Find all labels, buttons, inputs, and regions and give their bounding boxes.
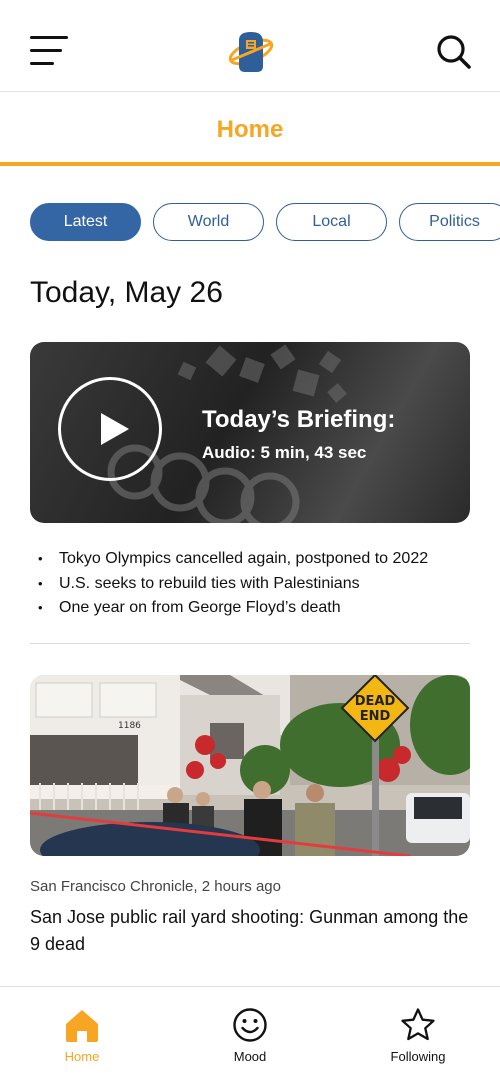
top-header	[0, 0, 500, 92]
filter-chip-latest[interactable]: Latest	[30, 203, 141, 241]
hamburger-menu-icon[interactable]	[30, 36, 68, 68]
nav-label-following: Following	[390, 1049, 446, 1064]
play-icon	[101, 413, 129, 445]
briefing-bullet-list: Tokyo Olympics cancelled again, postpone…	[38, 547, 428, 621]
search-icon[interactable]	[436, 34, 472, 70]
filter-chip-local[interactable]: Local	[276, 203, 387, 241]
home-icon	[66, 1010, 98, 1042]
nav-label-home: Home	[64, 1049, 100, 1064]
title-bar: Home	[0, 92, 500, 166]
nav-label-mood: Mood	[233, 1049, 267, 1064]
date-heading: Today, May 26	[30, 276, 223, 309]
briefing-duration: Audio: 5 min, 43 sec	[202, 443, 367, 462]
bullet-item[interactable]: Tokyo Olympics cancelled again, postpone…	[38, 547, 428, 572]
smiley-icon	[233, 1008, 267, 1042]
bottom-navigation: Home Mood Following	[0, 986, 500, 1082]
star-icon	[401, 1008, 435, 1041]
house-number: 1186	[118, 721, 141, 731]
filter-chip-world[interactable]: World	[153, 203, 264, 241]
bullet-item[interactable]: U.S. seeks to rebuild ties with Palestin…	[38, 572, 428, 597]
page-title: Home	[216, 116, 284, 143]
globe-logo-icon[interactable]	[226, 30, 276, 74]
news-photo: 1186 DEAD END	[30, 675, 470, 856]
bullet-item[interactable]: One year on from George Floyd’s death	[38, 596, 428, 621]
article-headline[interactable]: San Jose public rail yard shooting: Gunm…	[30, 904, 470, 958]
dead-end-sign-line2: END	[360, 709, 391, 724]
briefing-card[interactable]: Today’s Briefing: Audio: 5 min, 43 sec	[30, 342, 470, 523]
play-button[interactable]	[58, 377, 162, 481]
article-image[interactable]: 1186 DEAD END	[30, 675, 470, 856]
nav-item-mood[interactable]: Mood	[190, 987, 310, 1082]
nav-item-home[interactable]: Home	[22, 987, 142, 1082]
filter-chip-politics[interactable]: Politics	[399, 203, 500, 241]
article-source: San Francisco Chronicle, 2 hours ago	[30, 878, 281, 895]
dead-end-sign-line1: DEAD	[355, 694, 396, 709]
briefing-title: Today’s Briefing:	[202, 406, 396, 433]
divider	[30, 643, 470, 644]
filter-chips: Latest World Local Politics	[30, 203, 500, 243]
nav-item-following[interactable]: Following	[358, 987, 478, 1082]
